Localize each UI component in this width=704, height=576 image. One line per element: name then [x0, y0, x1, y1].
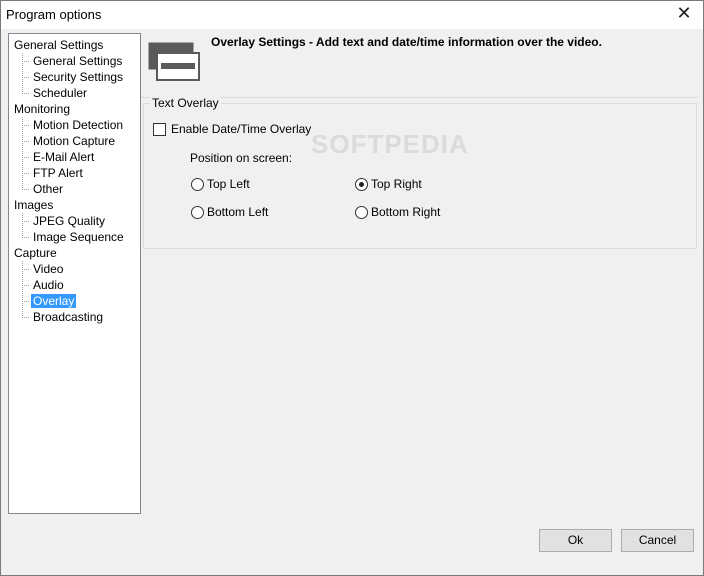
tree-connector — [22, 93, 29, 94]
tree-item-motion-detection[interactable]: Motion Detection — [31, 117, 125, 133]
tree-connector — [22, 285, 29, 286]
tree-connector — [22, 237, 29, 238]
tree-item-label: Motion Capture — [33, 134, 116, 148]
tree-connector — [22, 189, 29, 190]
tree-connector — [22, 213, 23, 238]
tree-item-label: Other — [33, 182, 64, 196]
tree-item-motion-capture[interactable]: Motion Capture — [31, 133, 117, 149]
tree-connector — [22, 141, 29, 142]
tree-item-broadcasting[interactable]: Broadcasting — [31, 309, 105, 325]
position-on-screen-label: Position on screen: — [190, 151, 293, 165]
header-divider — [141, 97, 698, 98]
bottom-left-radio[interactable] — [191, 206, 204, 219]
bottom-right-radio[interactable] — [355, 206, 368, 219]
tree-item-jpeg-quality[interactable]: JPEG Quality — [31, 213, 107, 229]
tree-group-general-settings[interactable]: General Settings — [14, 37, 103, 53]
tree-item-video[interactable]: Video — [31, 261, 65, 277]
tree-item-e-mail-alert[interactable]: E-Mail Alert — [31, 149, 96, 165]
top-left-radio[interactable] — [191, 178, 204, 191]
tree-connector — [22, 157, 29, 158]
tree-connector — [22, 53, 23, 94]
text-overlay-group-title: Text Overlay — [150, 96, 221, 110]
title-bar: Program options ✕ — [1, 1, 703, 29]
tree-item-label: JPEG Quality — [33, 214, 106, 228]
tree-item-label: E-Mail Alert — [33, 150, 95, 164]
options-tree[interactable]: General Settings General Settings Security… — [8, 33, 141, 514]
tree-connector — [22, 77, 29, 78]
tree-item-label: Image Sequence — [33, 230, 124, 244]
tree-connector — [22, 261, 23, 318]
bottom-left-label[interactable]: Bottom Left — [207, 205, 268, 219]
settings-panel: Overlay Settings - Add text and date/tim… — [141, 33, 698, 514]
tree-item-security-settings[interactable]: Security Settings — [31, 69, 125, 85]
cancel-button[interactable]: Cancel — [621, 529, 694, 552]
text-overlay-group: Text Overlay Enable Date/Time Overlay Po… — [143, 96, 697, 249]
tree-item-label: Motion Detection — [33, 118, 124, 132]
tree-connector — [22, 125, 29, 126]
window-title: Program options — [6, 7, 102, 22]
tree-connector — [22, 117, 23, 190]
tree-connector — [22, 221, 29, 222]
tree-group-monitoring[interactable]: Monitoring — [14, 101, 70, 117]
tree-item-image-sequence[interactable]: Image Sequence — [31, 229, 126, 245]
tree-connector — [22, 301, 29, 302]
top-left-label[interactable]: Top Left — [207, 177, 250, 191]
overlay-icon — [148, 42, 200, 81]
tree-connector — [22, 61, 29, 62]
tree-group-capture[interactable]: Capture — [14, 245, 57, 261]
tree-item-label: Video — [33, 262, 64, 276]
tree-item-label: Overlay — [31, 294, 77, 308]
tree-item-label: FTP Alert — [33, 166, 83, 180]
top-right-label[interactable]: Top Right — [371, 177, 422, 191]
close-icon[interactable]: ✕ — [667, 1, 701, 27]
tree-connector — [22, 173, 29, 174]
tree-item-label: Scheduler — [33, 86, 88, 100]
tree-item-ftp-alert[interactable]: FTP Alert — [31, 165, 85, 181]
tree-item-overlay[interactable]: Overlay — [31, 293, 77, 309]
bottom-right-label[interactable]: Bottom Right — [371, 205, 440, 219]
tree-group-images[interactable]: Images — [14, 197, 53, 213]
tree-item-other[interactable]: Other — [31, 181, 65, 197]
tree-item-general-settings[interactable]: General Settings — [31, 53, 124, 69]
enable-datetime-overlay-label[interactable]: Enable Date/Time Overlay — [171, 122, 311, 136]
tree-item-audio[interactable]: Audio — [31, 277, 66, 293]
tree-connector — [22, 317, 29, 318]
tree-item-scheduler[interactable]: Scheduler — [31, 85, 89, 101]
top-right-radio[interactable] — [355, 178, 368, 191]
tree-item-label: Security Settings — [33, 70, 124, 84]
page-header: Overlay Settings - Add text and date/tim… — [211, 35, 602, 49]
tree-connector — [22, 269, 29, 270]
tree-item-label: Audio — [33, 278, 64, 292]
tree-item-label: Broadcasting — [33, 310, 104, 324]
enable-datetime-overlay-checkbox[interactable] — [153, 123, 166, 136]
program-options-window: Program options ✕ General Settings Genera… — [0, 0, 704, 576]
tree-item-label: General Settings — [33, 54, 123, 68]
ok-button[interactable]: Ok — [539, 529, 612, 552]
